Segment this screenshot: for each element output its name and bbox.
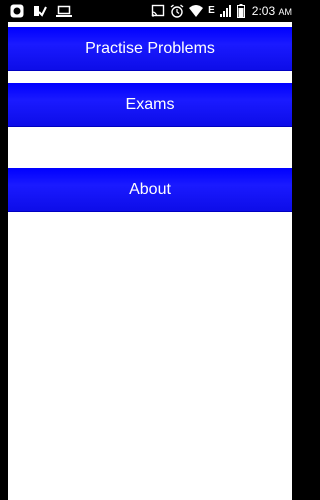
- status-bar-system: E 2:03 AM: [151, 3, 292, 19]
- exams-label: Exams: [125, 95, 175, 113]
- network-type-label: E: [208, 5, 215, 16]
- app-icon: [10, 4, 24, 18]
- about-label: About: [129, 180, 171, 198]
- check-icon: [34, 6, 47, 17]
- menu-screen: Practise Problems Exams About: [8, 22, 292, 500]
- practise-problems-label: Practise Problems: [85, 39, 215, 57]
- cast-icon: [151, 4, 165, 17]
- clock-time: 2:03: [251, 3, 276, 18]
- signal-icon: [219, 5, 231, 17]
- clock: 2:03 AM: [252, 3, 292, 20]
- laptop-icon: [56, 5, 72, 17]
- about-button[interactable]: About: [8, 168, 292, 212]
- screen: E 2:03 AM Practise Problems Exams About: [0, 0, 300, 500]
- right-frame-edge: [292, 22, 300, 500]
- practise-problems-button[interactable]: Practise Problems: [8, 27, 292, 71]
- battery-icon: [236, 4, 245, 18]
- alarm-icon: [170, 4, 184, 18]
- clock-ampm: AM: [278, 6, 293, 17]
- status-bar: E 2:03 AM: [0, 0, 300, 22]
- status-bar-notifications: [10, 3, 72, 19]
- wifi-icon: [189, 5, 204, 17]
- exams-button[interactable]: Exams: [8, 83, 292, 127]
